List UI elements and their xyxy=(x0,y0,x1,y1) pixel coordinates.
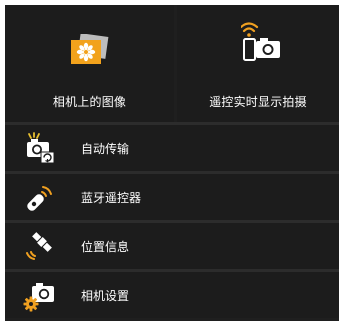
menu-item-bluetooth-remote[interactable]: 蓝牙遥控器 xyxy=(5,174,339,220)
menu-item-label: 蓝牙遥控器 xyxy=(81,191,142,205)
remote-live-view-tile[interactable]: 遥控实时显示拍摄 xyxy=(177,5,339,122)
camera-images-label: 相机上的图像 xyxy=(52,95,127,109)
camera-images-tile[interactable]: 相机上的图像 xyxy=(5,5,174,122)
menu-item-label: 相机设置 xyxy=(81,289,130,303)
menu-item-camera-settings[interactable]: 相机设置 xyxy=(5,272,339,318)
auto-transfer-icon xyxy=(27,132,55,164)
menu-item-label: 自动传输 xyxy=(81,142,130,156)
phone-camera-wifi-icon xyxy=(241,22,280,61)
satellite-location-icon xyxy=(26,232,52,260)
menu-item-auto-transfer[interactable]: 自动传输 xyxy=(5,125,339,171)
menu-item-location-info[interactable]: 位置信息 xyxy=(5,223,339,269)
menu-item-label: 位置信息 xyxy=(81,240,130,254)
camera-settings-icon xyxy=(23,283,54,312)
menu-panel: 相机上的图像 遥控实时显示拍摄 自动传输 蓝牙遥控器 位置信息 相机设置 xyxy=(5,5,339,321)
image-gallery-icon xyxy=(71,34,109,64)
bluetooth-remote-icon xyxy=(27,186,52,211)
remote-live-view-label: 遥控实时显示拍摄 xyxy=(209,95,307,109)
